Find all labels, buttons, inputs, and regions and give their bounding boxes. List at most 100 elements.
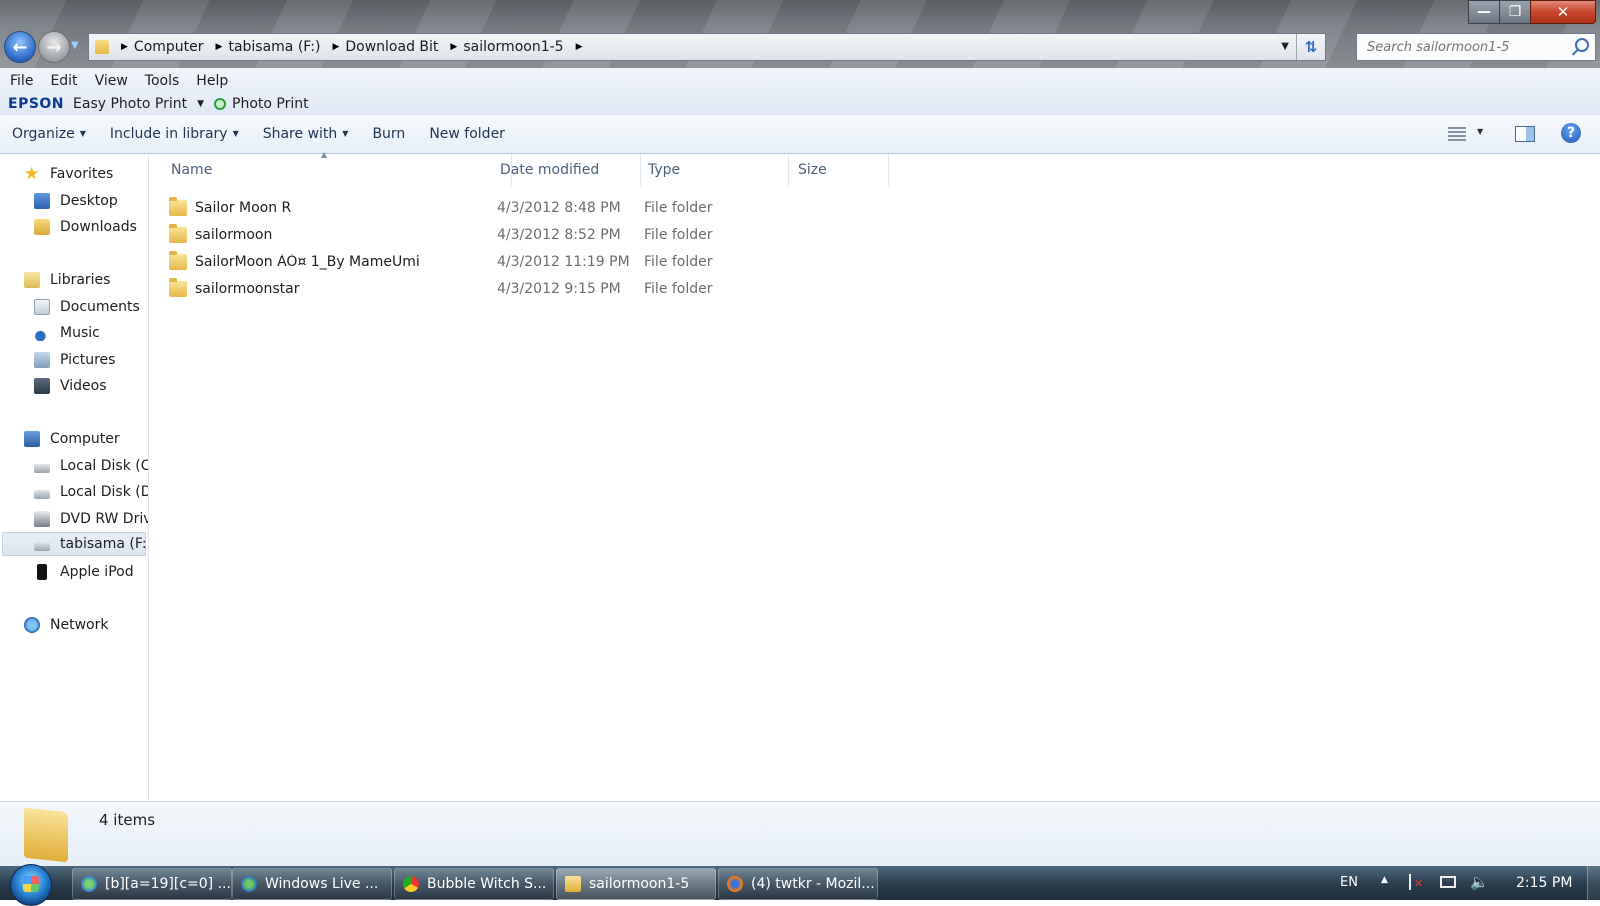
help-icon[interactable]: ? bbox=[1561, 123, 1581, 143]
column-header-date-modified[interactable]: Date modified bbox=[492, 154, 641, 186]
chevron-down-icon[interactable]: ▼ bbox=[342, 129, 348, 138]
organize-label[interactable]: Organize bbox=[12, 126, 75, 142]
file-date-modified: 4/3/2012 8:48 PM bbox=[497, 199, 621, 216]
photo-print-icon[interactable] bbox=[214, 98, 226, 110]
close-button[interactable]: ✕ bbox=[1530, 0, 1596, 24]
windows-live-icon bbox=[241, 876, 257, 892]
burn-button[interactable]: Burn bbox=[362, 126, 417, 142]
nav-tabisama-f[interactable]: tabisama (F:) bbox=[2, 532, 148, 556]
include-in-library-label[interactable]: Include in library bbox=[110, 126, 228, 142]
details-pane: 4 items bbox=[0, 801, 1600, 867]
nav-network[interactable]: Network bbox=[24, 613, 108, 637]
nav-desktop[interactable]: Desktop bbox=[34, 189, 118, 213]
computer-icon bbox=[24, 431, 40, 447]
taskbar-button-windows-live[interactable]: Windows Live ... bbox=[232, 868, 392, 900]
chevron-down-icon[interactable]: ▼ bbox=[197, 99, 204, 109]
nav-apple-ipod[interactable]: Apple iPod bbox=[34, 560, 134, 584]
restore-button[interactable]: ❐ bbox=[1499, 0, 1531, 24]
dvd-drive-icon bbox=[34, 511, 50, 527]
network-status-icon[interactable] bbox=[1440, 876, 1456, 888]
show-hidden-icons-icon[interactable]: ▲ bbox=[1381, 875, 1388, 885]
nav-label: Favorites bbox=[50, 166, 114, 182]
recent-pages-dropdown[interactable]: ▼ bbox=[71, 40, 79, 51]
view-options-icon[interactable] bbox=[1448, 127, 1466, 141]
file-type: File folder bbox=[644, 253, 713, 270]
volume-icon[interactable]: 🔈 bbox=[1470, 873, 1489, 891]
file-row[interactable]: SailorMoon ÀÒ¤ 1_By MameUmi 4/3/2012 11:… bbox=[169, 248, 769, 275]
chevron-down-icon[interactable]: ▼ bbox=[80, 129, 86, 138]
nav-downloads[interactable]: Downloads bbox=[34, 215, 137, 239]
nav-computer[interactable]: Computer bbox=[24, 427, 120, 451]
action-center-flag-icon[interactable] bbox=[1409, 874, 1423, 890]
show-desktop-button[interactable] bbox=[1587, 866, 1600, 900]
nav-dvd-drive[interactable]: DVD RW Driv bbox=[34, 507, 148, 531]
chevron-right-icon[interactable]: ▶ bbox=[328, 42, 339, 52]
nav-documents[interactable]: Documents bbox=[34, 295, 140, 319]
breadcrumb-label[interactable]: Download Bit bbox=[339, 39, 446, 55]
file-type: File folder bbox=[644, 199, 713, 216]
preview-pane-icon[interactable] bbox=[1515, 126, 1535, 142]
file-row[interactable]: Sailor Moon R 4/3/2012 8:48 PM File fold… bbox=[169, 194, 769, 221]
nav-favorites[interactable]: ★ Favorites bbox=[24, 162, 113, 186]
breadcrumb-label[interactable]: sailormoon1-5 bbox=[457, 39, 571, 55]
breadcrumb-current[interactable]: sailormoon1-5 ▶ bbox=[457, 39, 582, 55]
new-folder-button[interactable]: New folder bbox=[419, 126, 517, 142]
taskbar-button-firefox[interactable]: (4) twtkr - Mozil... bbox=[718, 868, 878, 900]
nav-pictures[interactable]: Pictures bbox=[34, 348, 115, 372]
share-with-label[interactable]: Share with bbox=[263, 126, 338, 142]
language-indicator[interactable]: EN bbox=[1340, 875, 1358, 890]
chevron-down-icon[interactable]: ▼ bbox=[1477, 127, 1483, 136]
address-history-dropdown[interactable]: ▼ bbox=[1281, 41, 1289, 52]
menu-bar: File Edit View Tools Help bbox=[0, 68, 1600, 93]
chevron-right-icon[interactable]: ▶ bbox=[572, 42, 583, 52]
breadcrumb-computer[interactable]: Computer ▶ bbox=[128, 39, 223, 55]
breadcrumb-drive[interactable]: tabisama (F:) ▶ bbox=[222, 39, 339, 55]
nav-local-disk-d[interactable]: Local Disk (D bbox=[34, 480, 149, 504]
breadcrumb-label[interactable]: Computer bbox=[128, 39, 212, 55]
nav-local-disk-c[interactable]: Local Disk (C: bbox=[34, 454, 148, 478]
chevron-right-icon[interactable]: ▶ bbox=[212, 42, 223, 52]
column-header-type[interactable]: Type bbox=[640, 154, 789, 186]
nav-music[interactable]: Music bbox=[34, 321, 100, 345]
taskbar-button-chrome[interactable]: Bubble Witch S... bbox=[394, 868, 554, 900]
taskbar-button-explorer[interactable]: sailormoon1-5 bbox=[556, 868, 716, 900]
menu-edit[interactable]: Edit bbox=[40, 73, 84, 89]
address-bar[interactable]: ▶ Computer ▶ tabisama (F:) ▶ Download Bi… bbox=[88, 33, 1326, 61]
search-icon[interactable] bbox=[1575, 38, 1589, 52]
chevron-right-icon[interactable]: ▶ bbox=[117, 42, 128, 52]
chevron-right-icon[interactable]: ▶ bbox=[446, 42, 457, 52]
back-button[interactable]: ← bbox=[4, 31, 36, 63]
minimize-button[interactable]: — bbox=[1468, 0, 1500, 24]
chevron-down-icon[interactable]: ▼ bbox=[233, 129, 239, 138]
search-box[interactable] bbox=[1356, 33, 1596, 61]
column-header-name[interactable]: Name ▲ bbox=[149, 150, 512, 186]
breadcrumb-download-bit[interactable]: Download Bit ▶ bbox=[339, 39, 457, 55]
photo-print-button[interactable]: Photo Print bbox=[232, 96, 309, 112]
clock[interactable]: 2:15 PM bbox=[1516, 875, 1572, 891]
hard-disk-icon bbox=[34, 463, 50, 473]
refresh-icon[interactable]: ⇅ bbox=[1296, 34, 1325, 60]
search-input[interactable] bbox=[1365, 38, 1565, 56]
menu-help[interactable]: Help bbox=[186, 73, 235, 89]
file-row[interactable]: sailormoon 4/3/2012 8:52 PM File folder bbox=[169, 221, 769, 248]
sort-ascending-icon: ▲ bbox=[321, 150, 328, 159]
music-icon bbox=[34, 325, 50, 341]
nav-label: Local Disk (D bbox=[60, 484, 149, 500]
organize-button[interactable]: Organize ▼ bbox=[2, 126, 98, 142]
nav-libraries[interactable]: Libraries bbox=[24, 268, 110, 292]
menu-view[interactable]: View bbox=[85, 73, 135, 89]
title-bar: ← → ▼ ▶ Computer ▶ tabisama (F:) ▶ Downl… bbox=[0, 0, 1600, 68]
menu-tools[interactable]: Tools bbox=[135, 73, 187, 89]
breadcrumb-label[interactable]: tabisama (F:) bbox=[222, 39, 328, 55]
menu-file[interactable]: File bbox=[0, 73, 40, 89]
folder-icon bbox=[169, 277, 187, 297]
include-in-library-button[interactable]: Include in library ▼ bbox=[100, 126, 251, 142]
nav-videos[interactable]: Videos bbox=[34, 374, 107, 398]
share-with-button[interactable]: Share with ▼ bbox=[253, 126, 361, 142]
easy-photo-print-button[interactable]: Easy Photo Print bbox=[73, 96, 187, 112]
column-header-size[interactable]: Size bbox=[790, 154, 889, 186]
taskbar-button-msn[interactable]: [b][a=19][c=0] ... bbox=[72, 868, 232, 900]
file-row[interactable]: sailormoonstar 4/3/2012 9:15 PM File fol… bbox=[169, 275, 769, 302]
nav-label: Computer bbox=[50, 431, 120, 447]
forward-button[interactable]: → bbox=[38, 31, 70, 63]
